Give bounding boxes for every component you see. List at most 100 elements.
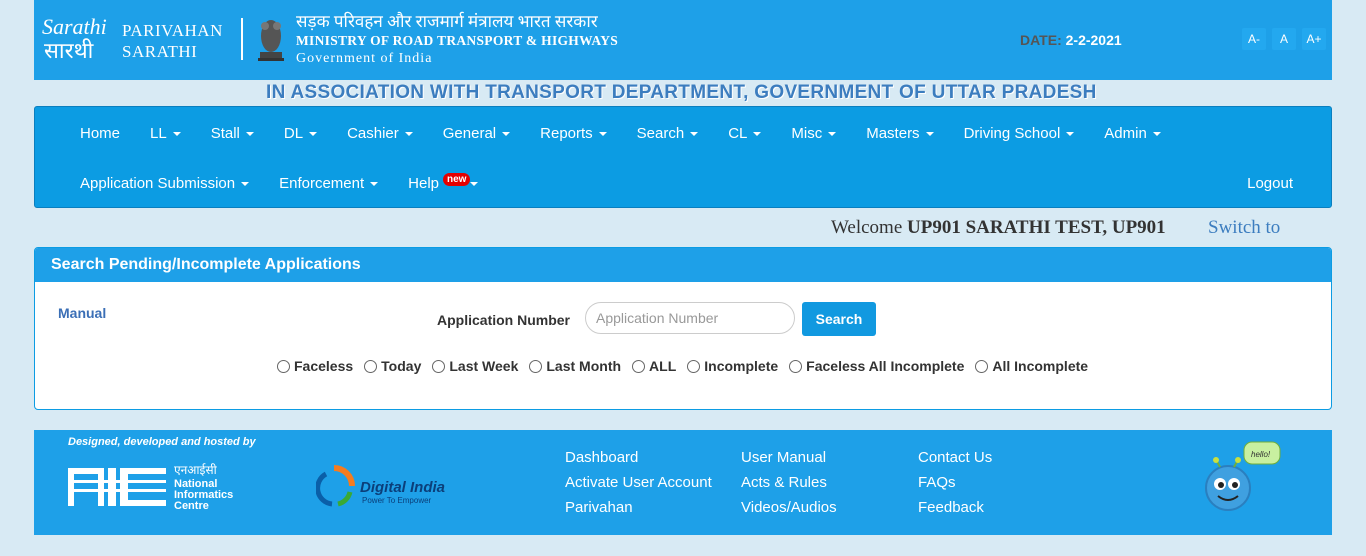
radio-circle-icon[interactable] — [277, 359, 290, 373]
radio-all[interactable]: ALL — [632, 358, 676, 374]
date-value: 2-2-2021 — [1065, 32, 1122, 48]
nav-label: General — [442, 125, 497, 142]
chat-mascot-icon[interactable]: hello! — [1202, 438, 1284, 518]
nav-search[interactable]: Search — [622, 125, 714, 142]
caret-down-icon — [502, 132, 511, 137]
nav-misc[interactable]: Misc — [776, 125, 851, 142]
nav-cl[interactable]: CL — [713, 125, 776, 142]
radio-circle-icon[interactable] — [789, 359, 803, 373]
svg-text:Sarathi: Sarathi — [42, 14, 107, 39]
nav-label: Application Submission — [80, 175, 236, 192]
nic-logo-icon: एनआईसी National Informatics Centre — [68, 463, 233, 512]
search-panel: Search Pending/Incomplete Applications M… — [34, 247, 1332, 410]
welcome-message: Welcome UP901 SARATHI TEST, UP901 — [831, 217, 1166, 239]
footer-link-faqs[interactable]: FAQs — [918, 473, 992, 492]
nav-stall[interactable]: Stall — [196, 125, 269, 142]
switch-to-link[interactable]: Switch to — [1208, 217, 1280, 239]
footer-link-dashboard[interactable]: Dashboard — [565, 448, 712, 467]
radio-faceless-all-incomplete[interactable]: Faceless All Incomplete — [789, 358, 964, 374]
nav-ll[interactable]: LL — [135, 125, 196, 142]
nav-label: Search — [636, 125, 685, 142]
mascot-bubble-text: hello! — [1251, 450, 1271, 459]
welcome-user: UP901 SARATHI TEST, UP901 — [907, 217, 1166, 238]
radio-faceless[interactable]: Faceless — [277, 358, 353, 374]
radio-circle-icon[interactable] — [975, 359, 989, 373]
font-normal-button[interactable]: A — [1272, 28, 1296, 50]
nav-dl[interactable]: DL — [269, 125, 332, 142]
nav-reports[interactable]: Reports — [525, 125, 622, 142]
radio-label: Faceless All Incomplete — [806, 358, 965, 374]
new-badge: new — [443, 173, 471, 186]
radio-last-month[interactable]: Last Month — [529, 358, 621, 374]
radio-today[interactable]: Today — [364, 358, 421, 374]
nav-admin[interactable]: Admin — [1089, 125, 1176, 142]
nav-driving-school[interactable]: Driving School — [949, 125, 1090, 142]
nav-row-2: Application Submission Enforcement Help n… — [65, 173, 493, 192]
footer-link-acts-rules[interactable]: Acts & Rules — [741, 473, 837, 492]
nic-line3: Centre — [174, 500, 209, 512]
nav-cashier[interactable]: Cashier — [332, 125, 428, 142]
radio-label: Last Month — [546, 358, 622, 374]
brand-name: PARIVAHAN SARATHI — [122, 20, 223, 62]
radio-circle-icon[interactable] — [529, 359, 543, 373]
caret-down-icon — [598, 132, 607, 137]
svg-text:सारथी: सारथी — [44, 38, 94, 63]
nav-application-submission[interactable]: Application Submission — [65, 175, 264, 192]
caret-down-icon — [370, 182, 379, 187]
footer-link-feedback[interactable]: Feedback — [918, 498, 992, 517]
ministry-hindi: सड़क परिवहन और राजमार्ग मंत्रालय भारत सर… — [296, 12, 598, 31]
nav-row-1: Home LL Stall DL Cashier General Reports… — [65, 125, 1176, 142]
application-number-input[interactable] — [585, 302, 795, 334]
nav-label: Driving School — [963, 125, 1061, 142]
radio-last-week[interactable]: Last Week — [432, 358, 518, 374]
nav-help[interactable]: Help new — [393, 173, 493, 192]
font-size-controls: A- A A+ — [1242, 28, 1326, 50]
filter-radio-group: Faceless Today Last Week Last Month ALL … — [277, 358, 1088, 374]
date-display: DATE: 2-2-2021 — [1020, 32, 1122, 48]
caret-down-icon — [690, 132, 699, 137]
radio-all-incomplete[interactable]: All Incomplete — [975, 358, 1088, 374]
nav-label: Stall — [210, 125, 240, 142]
welcome-prefix: Welcome — [831, 217, 903, 238]
national-emblem-icon — [258, 20, 284, 61]
government-label: Government of India — [296, 51, 433, 66]
caret-down-icon — [753, 132, 762, 137]
ministry-block: सड़क परिवहन और राजमार्ग मंत्रालय भारत सर… — [296, 12, 618, 68]
nav-label: DL — [283, 125, 304, 142]
search-button[interactable]: Search — [802, 302, 876, 336]
nav-masters[interactable]: Masters — [851, 125, 948, 142]
footer-link-activate-user[interactable]: Activate User Account — [565, 473, 712, 492]
ministry-english: MINISTRY OF ROAD TRANSPORT & HIGHWAYS — [296, 33, 619, 48]
caret-down-icon — [470, 182, 479, 187]
nav-label: Masters — [866, 125, 920, 142]
association-banner: IN ASSOCIATION WITH TRANSPORT DEPARTMENT… — [266, 82, 1097, 103]
font-increase-button[interactable]: A+ — [1302, 28, 1326, 50]
caret-down-icon — [1066, 132, 1075, 137]
footer-link-parivahan[interactable]: Parivahan — [565, 498, 712, 517]
nav-enforcement[interactable]: Enforcement — [264, 175, 393, 192]
logout-link[interactable]: Logout — [1247, 175, 1293, 192]
footer-links-col1: Dashboard Activate User Account Parivaha… — [565, 448, 712, 517]
radio-circle-icon[interactable] — [632, 359, 646, 373]
nav-label: CL — [728, 125, 748, 142]
panel-title: Search Pending/Incomplete Applications — [35, 248, 1331, 282]
radio-incomplete[interactable]: Incomplete — [687, 358, 778, 374]
brand-line2: SARATHI — [122, 42, 198, 61]
nav-label: LL — [150, 125, 167, 142]
nav-general[interactable]: General — [428, 125, 525, 142]
footer-link-videos-audios[interactable]: Videos/Audios — [741, 498, 837, 517]
caret-down-icon — [241, 182, 250, 187]
radio-circle-icon[interactable] — [432, 359, 446, 373]
radio-label: Today — [381, 358, 422, 374]
site-footer: Designed, developed and hosted by एनआईसी… — [34, 430, 1332, 535]
nav-home[interactable]: Home — [65, 125, 135, 142]
footer-link-contact-us[interactable]: Contact Us — [918, 448, 992, 467]
radio-circle-icon[interactable] — [687, 359, 701, 373]
main-navbar: Home LL Stall DL Cashier General Reports… — [34, 106, 1332, 208]
footer-link-user-manual[interactable]: User Manual — [741, 448, 837, 467]
font-decrease-button[interactable]: A- — [1242, 28, 1266, 50]
digital-india-tagline: Power To Empower — [362, 496, 432, 505]
manual-link[interactable]: Manual — [58, 305, 106, 321]
radio-circle-icon[interactable] — [364, 359, 378, 373]
footer-links-col3: Contact Us FAQs Feedback — [918, 448, 992, 517]
